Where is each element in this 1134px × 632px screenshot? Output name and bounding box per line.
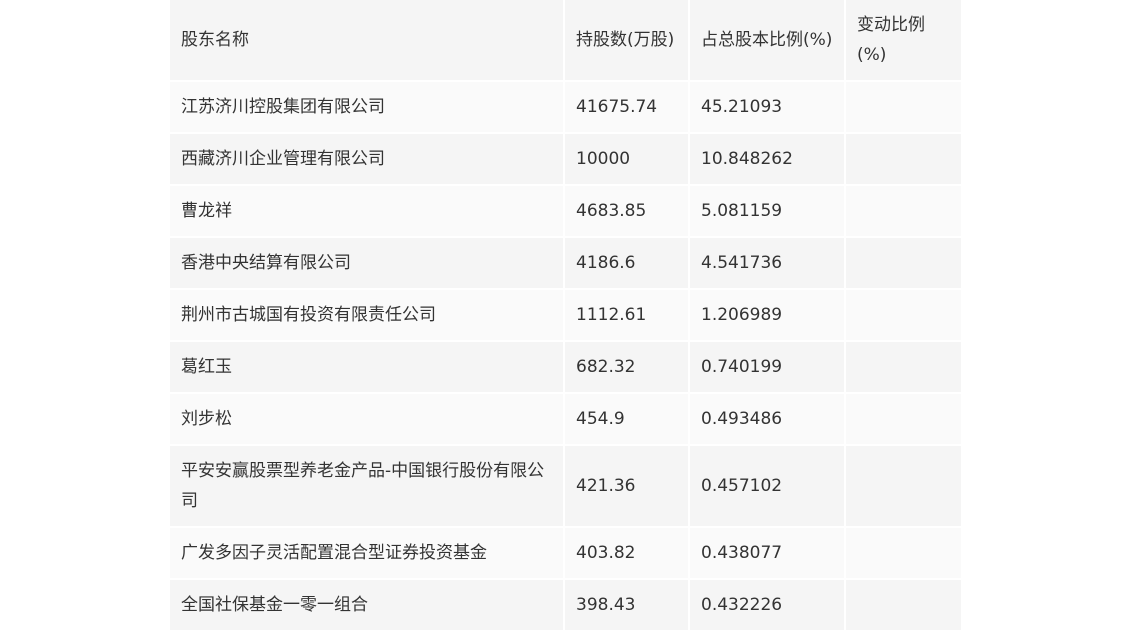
cell-shares: 4683.85 bbox=[565, 186, 690, 238]
cell-shares: 421.36 bbox=[565, 446, 690, 528]
cell-change bbox=[846, 580, 963, 632]
cell-change bbox=[846, 342, 963, 394]
cell-shares: 41675.74 bbox=[565, 82, 690, 134]
header-name: 股东名称 bbox=[170, 0, 565, 82]
cell-name: 葛红玉 bbox=[170, 342, 565, 394]
cell-percent: 0.438077 bbox=[690, 528, 846, 580]
cell-change bbox=[846, 446, 963, 528]
table-header-row: 股东名称 持股数(万股) 占总股本比例(%) 变动比例(%) bbox=[170, 0, 963, 82]
cell-percent: 0.740199 bbox=[690, 342, 846, 394]
table-row: 江苏济川控股集团有限公司 41675.74 45.21093 bbox=[170, 82, 963, 134]
cell-shares: 1112.61 bbox=[565, 290, 690, 342]
cell-percent: 10.848262 bbox=[690, 134, 846, 186]
cell-percent: 0.432226 bbox=[690, 580, 846, 632]
cell-name: 荆州市古城国有投资有限责任公司 bbox=[170, 290, 565, 342]
cell-percent: 1.206989 bbox=[690, 290, 846, 342]
cell-name: 平安安赢股票型养老金产品-中国银行股份有限公司 bbox=[170, 446, 565, 528]
cell-percent: 5.081159 bbox=[690, 186, 846, 238]
cell-shares: 398.43 bbox=[565, 580, 690, 632]
cell-shares: 4186.6 bbox=[565, 238, 690, 290]
cell-change bbox=[846, 186, 963, 238]
cell-shares: 682.32 bbox=[565, 342, 690, 394]
header-change: 变动比例(%) bbox=[846, 0, 963, 82]
cell-change bbox=[846, 134, 963, 186]
header-shares: 持股数(万股) bbox=[565, 0, 690, 82]
table-row: 全国社保基金一零一组合 398.43 0.432226 bbox=[170, 580, 963, 632]
table-row: 刘步松 454.9 0.493486 bbox=[170, 394, 963, 446]
cell-name: 刘步松 bbox=[170, 394, 565, 446]
cell-change bbox=[846, 290, 963, 342]
table-row: 香港中央结算有限公司 4186.6 4.541736 bbox=[170, 238, 963, 290]
cell-shares: 403.82 bbox=[565, 528, 690, 580]
cell-shares: 10000 bbox=[565, 134, 690, 186]
cell-percent: 0.493486 bbox=[690, 394, 846, 446]
cell-name: 全国社保基金一零一组合 bbox=[170, 580, 565, 632]
cell-change bbox=[846, 238, 963, 290]
cell-name: 曹龙祥 bbox=[170, 186, 565, 238]
cell-name: 西藏济川企业管理有限公司 bbox=[170, 134, 565, 186]
shareholders-table: 股东名称 持股数(万股) 占总股本比例(%) 变动比例(%) 江苏济川控股集团有… bbox=[170, 0, 963, 632]
cell-name: 香港中央结算有限公司 bbox=[170, 238, 565, 290]
header-percent: 占总股本比例(%) bbox=[690, 0, 846, 82]
cell-percent: 45.21093 bbox=[690, 82, 846, 134]
table-row: 荆州市古城国有投资有限责任公司 1112.61 1.206989 bbox=[170, 290, 963, 342]
table-row: 平安安赢股票型养老金产品-中国银行股份有限公司 421.36 0.457102 bbox=[170, 446, 963, 528]
table-row: 广发多因子灵活配置混合型证券投资基金 403.82 0.438077 bbox=[170, 528, 963, 580]
cell-percent: 0.457102 bbox=[690, 446, 846, 528]
cell-change bbox=[846, 394, 963, 446]
cell-percent: 4.541736 bbox=[690, 238, 846, 290]
cell-name: 江苏济川控股集团有限公司 bbox=[170, 82, 565, 134]
table-row: 葛红玉 682.32 0.740199 bbox=[170, 342, 963, 394]
cell-change bbox=[846, 82, 963, 134]
cell-shares: 454.9 bbox=[565, 394, 690, 446]
table-row: 西藏济川企业管理有限公司 10000 10.848262 bbox=[170, 134, 963, 186]
cell-name: 广发多因子灵活配置混合型证券投资基金 bbox=[170, 528, 565, 580]
cell-change bbox=[846, 528, 963, 580]
table-row: 曹龙祥 4683.85 5.081159 bbox=[170, 186, 963, 238]
